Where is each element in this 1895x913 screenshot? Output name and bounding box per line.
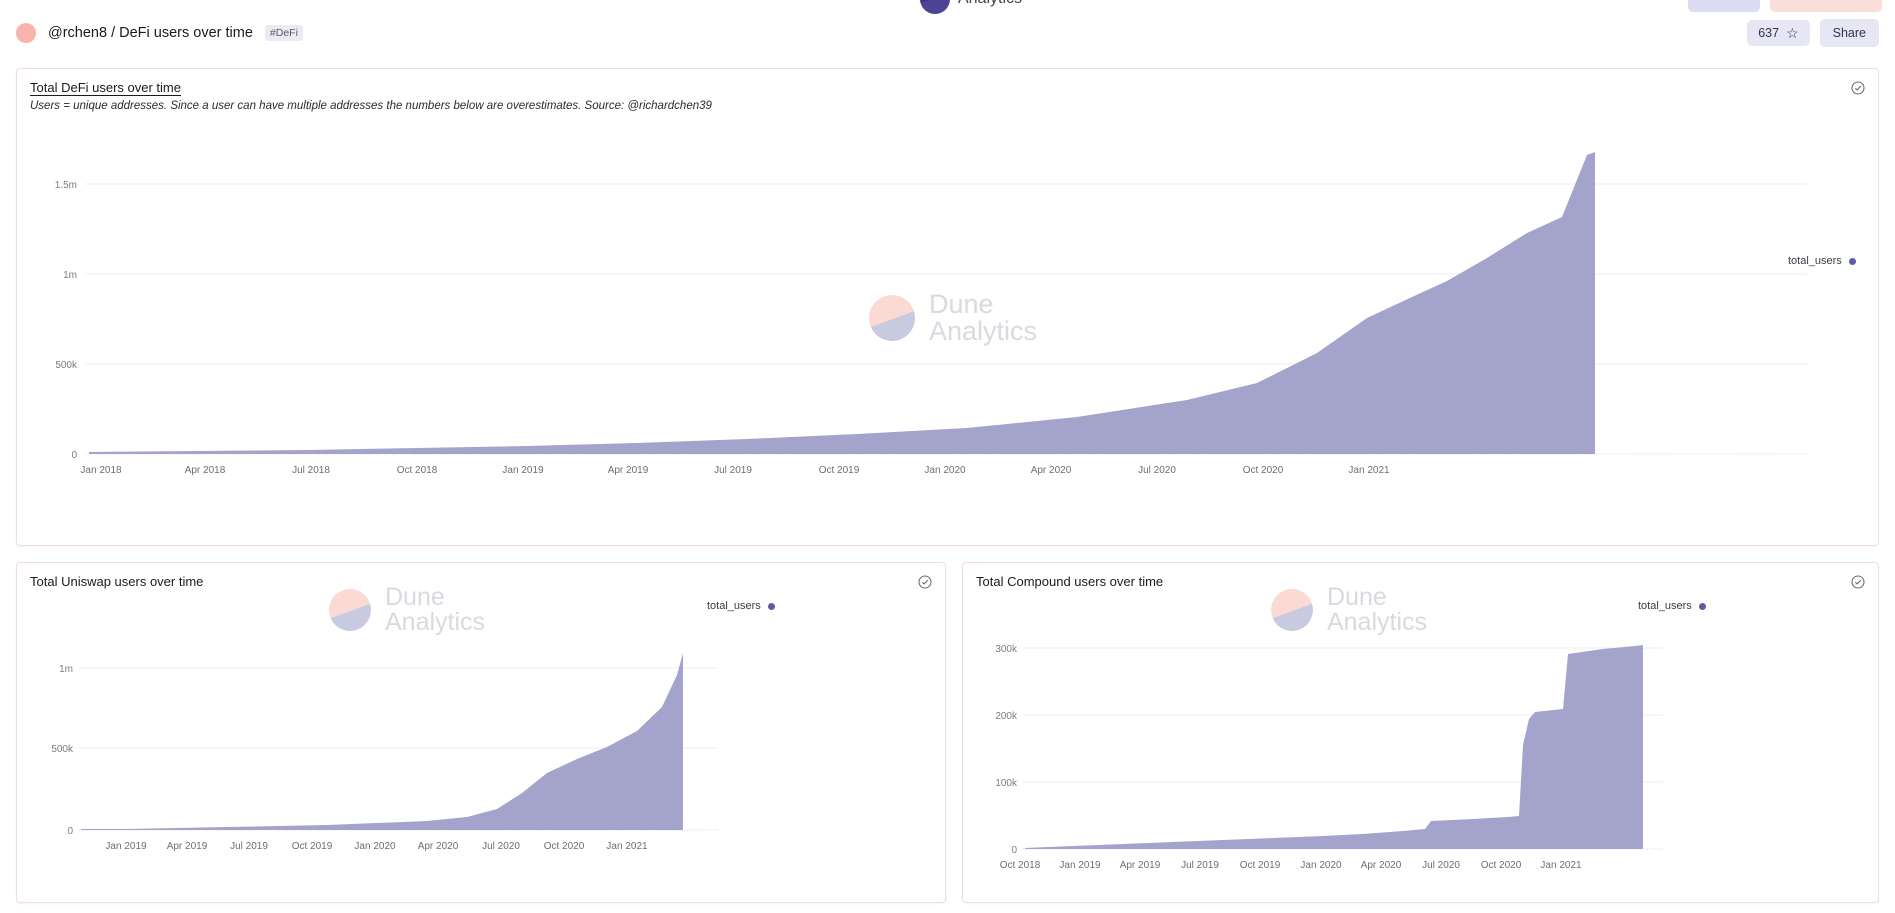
svg-text:Jan 2018: Jan 2018 <box>80 465 122 476</box>
legend-dot-icon <box>1848 257 1856 265</box>
svg-text:0: 0 <box>71 450 77 461</box>
svg-text:Apr 2019: Apr 2019 <box>167 841 208 852</box>
svg-text:Jul 2020: Jul 2020 <box>1422 860 1460 871</box>
legend-label: total_users <box>1788 255 1842 267</box>
star-button[interactable]: 637 ☆ <box>1747 20 1810 46</box>
svg-text:Oct 2018: Oct 2018 <box>397 465 438 476</box>
svg-text:Jul 2020: Jul 2020 <box>1138 465 1176 476</box>
svg-text:300k: 300k <box>995 644 1018 655</box>
status-badge[interactable]: #DeFi <box>264 25 303 41</box>
svg-text:Apr 2020: Apr 2020 <box>1031 465 1072 476</box>
chart-plot-uniswap: 1m 500k 0 Jan 2019 Apr 2019 Jul 2019 Oct… <box>17 595 945 901</box>
check-circle-icon[interactable] <box>917 574 933 590</box>
chart-card-compound: Total Compound users over time 300k 200k… <box>962 562 1879 903</box>
legend-dot-icon <box>767 602 775 610</box>
svg-text:Oct 2020: Oct 2020 <box>1481 860 1522 871</box>
star-icon: ☆ <box>1786 25 1799 41</box>
svg-text:Apr 2019: Apr 2019 <box>608 465 649 476</box>
svg-text:Jan 2020: Jan 2020 <box>1300 860 1342 871</box>
svg-text:Jan 2021: Jan 2021 <box>606 841 648 852</box>
share-button[interactable]: Share <box>1819 19 1879 47</box>
svg-text:1m: 1m <box>63 270 77 281</box>
svg-text:Jan 2019: Jan 2019 <box>1059 860 1101 871</box>
card-subtitle: Users = unique addresses. Since a user c… <box>30 100 712 112</box>
navbar-button-right-stub[interactable] <box>1770 0 1882 12</box>
star-count: 637 <box>1758 26 1780 40</box>
svg-text:Oct 2019: Oct 2019 <box>819 465 860 476</box>
svg-text:Jul 2019: Jul 2019 <box>230 841 268 852</box>
svg-text:Apr 2020: Apr 2020 <box>418 841 459 852</box>
svg-text:Oct 2020: Oct 2020 <box>1243 465 1284 476</box>
logo-label: Analytics <box>958 0 1022 8</box>
card-title-uniswap[interactable]: Total Uniswap users over time <box>30 574 203 589</box>
user-avatar[interactable] <box>16 23 36 43</box>
svg-text:Oct 2019: Oct 2019 <box>292 841 333 852</box>
svg-text:Jan 2019: Jan 2019 <box>502 465 544 476</box>
chart-plot-compound: 300k 200k 100k 0 Oct 2018 Jan 2019 Apr 2… <box>963 595 1878 901</box>
chart-legend-defi[interactable]: total_users <box>1788 255 1856 267</box>
check-circle-icon[interactable] <box>1850 574 1866 590</box>
card-header-uniswap: Total Uniswap users over time <box>30 574 203 589</box>
chart-legend-compound[interactable]: total_users <box>1638 600 1706 612</box>
svg-text:Jan 2020: Jan 2020 <box>924 465 966 476</box>
svg-text:Apr 2019: Apr 2019 <box>1120 860 1161 871</box>
svg-text:Jan 2021: Jan 2021 <box>1540 860 1582 871</box>
svg-text:1m: 1m <box>59 664 73 675</box>
svg-text:Jul 2018: Jul 2018 <box>292 465 330 476</box>
svg-text:Apr 2018: Apr 2018 <box>185 465 226 476</box>
svg-text:0: 0 <box>1011 845 1017 856</box>
card-title-compound[interactable]: Total Compound users over time <box>976 574 1163 589</box>
card-header-defi: Total DeFi users over time Users = uniqu… <box>30 80 712 112</box>
legend-dot-icon <box>1698 602 1706 610</box>
svg-text:100k: 100k <box>995 778 1018 789</box>
page-title[interactable]: Total DeFi users over time <box>30 80 712 95</box>
svg-text:Jul 2019: Jul 2019 <box>714 465 752 476</box>
dashboard-header: @rchen8 / DeFi users over time #DeFi 637… <box>0 12 1895 54</box>
svg-text:Apr 2020: Apr 2020 <box>1361 860 1402 871</box>
chart-card-uniswap: Total Uniswap users over time 1m 500k 0 … <box>16 562 946 903</box>
svg-text:500k: 500k <box>51 744 74 755</box>
svg-text:Jan 2021: Jan 2021 <box>1348 465 1390 476</box>
legend-label: total_users <box>1638 600 1692 612</box>
svg-text:Oct 2019: Oct 2019 <box>1240 860 1281 871</box>
navbar-button-left-stub[interactable] <box>1688 0 1760 12</box>
check-circle-icon[interactable] <box>1850 80 1866 96</box>
chart-plot-defi: 1.5m 1m 500k 0 Jan 2018 Apr 2018 Jul 201… <box>17 121 1878 541</box>
svg-text:Oct 2018: Oct 2018 <box>1000 860 1041 871</box>
card-header-compound: Total Compound users over time <box>976 574 1163 589</box>
breadcrumb[interactable]: @rchen8 / DeFi users over time <box>48 25 253 41</box>
svg-text:1.5m: 1.5m <box>55 180 77 191</box>
chart-card-defi: Total DeFi users over time Users = uniqu… <box>16 68 1879 546</box>
legend-label: total_users <box>707 600 761 612</box>
svg-text:Jan 2020: Jan 2020 <box>354 841 396 852</box>
svg-text:0: 0 <box>67 826 73 837</box>
svg-text:Jul 2019: Jul 2019 <box>1181 860 1219 871</box>
svg-text:Jan 2019: Jan 2019 <box>105 841 147 852</box>
svg-text:500k: 500k <box>55 360 78 371</box>
chart-legend-uniswap[interactable]: total_users <box>707 600 775 612</box>
svg-text:Oct 2020: Oct 2020 <box>544 841 585 852</box>
svg-text:200k: 200k <box>995 711 1018 722</box>
svg-text:Jul 2020: Jul 2020 <box>482 841 520 852</box>
